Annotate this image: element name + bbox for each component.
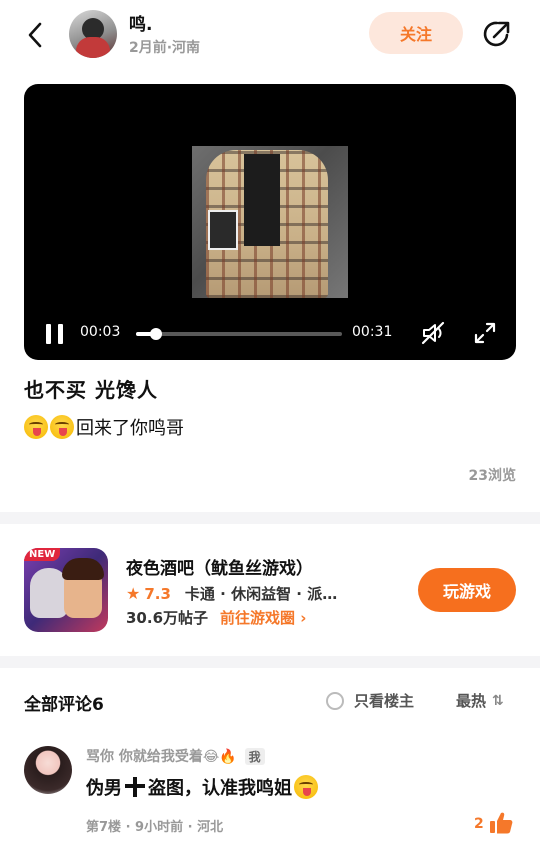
post-title: 也不买 光馋人	[24, 378, 158, 402]
back-icon	[28, 22, 42, 48]
game-stats: 30.6万帖子 前往游戏圈 ›	[126, 607, 306, 628]
yum-emoji-icon	[50, 415, 74, 439]
video-progress-bar[interactable]	[136, 328, 342, 340]
post-body-text: 回来了你鸣哥	[76, 418, 184, 439]
video-frame-phone	[208, 210, 238, 250]
video-controls: 00:03 00:31	[24, 308, 516, 360]
back-button[interactable]	[20, 18, 50, 52]
video-frame	[192, 146, 348, 298]
game-meta: ★ 7.3 卡通 · 休闲益智 · 派…	[126, 583, 392, 604]
video-subject-shirt	[244, 154, 280, 246]
game-name[interactable]: 夜色酒吧（鱿鱼丝游戏）	[126, 554, 313, 579]
pause-icon-bar	[58, 324, 63, 344]
cross-icon	[125, 777, 145, 797]
sort-button[interactable]: 最热 ⇅	[456, 690, 504, 711]
section-divider	[0, 512, 540, 524]
game-score: 7.3	[144, 584, 171, 603]
game-tags: 卡通 · 休闲益智 · 派…	[184, 585, 338, 603]
sort-label: 最热	[456, 692, 487, 710]
fullscreen-button[interactable]	[472, 320, 498, 346]
post-time-location: 2月前·河南	[129, 40, 201, 56]
pause-button[interactable]	[44, 322, 66, 346]
like-icon	[490, 812, 513, 834]
post-header: 鸣. 2月前·河南 关注	[0, 0, 540, 70]
commenter-name[interactable]: 骂你 你就给我受着😂🔥	[86, 746, 237, 766]
post-body: 回来了你鸣哥	[24, 414, 184, 440]
mute-icon	[421, 321, 445, 345]
op-only-toggle[interactable]: 只看楼主	[326, 690, 414, 711]
total-time: 00:31	[352, 324, 393, 340]
comment-text-part: 盗图，认准我鸣姐	[148, 778, 292, 799]
view-count: 23浏览	[468, 468, 516, 484]
video-progress-knob[interactable]	[149, 328, 162, 340]
current-time: 00:03	[80, 324, 121, 340]
op-only-label: 只看楼主	[354, 692, 415, 710]
yum-emoji-icon	[24, 415, 48, 439]
commenter-name-row: 骂你 你就给我受着😂🔥 我	[86, 746, 265, 766]
comments-header: 全部评论6 只看楼主 最热 ⇅	[0, 668, 540, 732]
op-only-radio[interactable]	[326, 691, 344, 710]
star-icon: ★	[126, 584, 141, 603]
share-icon	[483, 21, 510, 47]
comment-item[interactable]: 骂你 你就给我受着😂🔥 我 伪男 盗图，认准我鸣姐 第7楼 · 9小时前 · 河…	[0, 738, 540, 848]
game-card[interactable]: NEW 夜色酒吧（鱿鱼丝游戏） ★ 7.3 卡通 · 休闲益智 · 派… 30.…	[0, 534, 540, 654]
sort-icon: ⇅	[492, 692, 504, 709]
yum-emoji-icon	[294, 775, 318, 799]
fullscreen-icon	[474, 322, 496, 344]
mute-button[interactable]	[420, 320, 446, 346]
new-tag: NEW	[24, 548, 61, 561]
comment-text-part: 伪男	[86, 778, 122, 799]
comments-title: 全部评论6	[24, 695, 104, 715]
comment-meta: 第7楼 · 9小时前 · 河北	[86, 820, 224, 835]
like-button[interactable]	[488, 810, 514, 836]
author-name[interactable]: 鸣.	[129, 10, 152, 35]
commenter-avatar[interactable]	[24, 746, 72, 794]
author-avatar[interactable]	[69, 10, 117, 58]
game-post-count: 30.6万帖子	[126, 609, 209, 627]
commenter-badge: 我	[244, 747, 265, 765]
share-button[interactable]	[480, 17, 514, 51]
section-divider	[0, 656, 540, 668]
video-player[interactable]: 00:03 00:31	[24, 84, 516, 360]
pause-icon	[46, 324, 51, 344]
game-icon-hair	[62, 558, 104, 580]
like-count: 2	[474, 816, 484, 832]
play-game-button[interactable]: 玩游戏	[418, 568, 516, 612]
game-icon[interactable]: NEW	[24, 548, 108, 632]
comment-text: 伪男 盗图，认准我鸣姐	[86, 774, 320, 800]
game-circle-link[interactable]: 前往游戏圈 ›	[220, 607, 306, 628]
follow-button[interactable]: 关注	[369, 12, 463, 54]
